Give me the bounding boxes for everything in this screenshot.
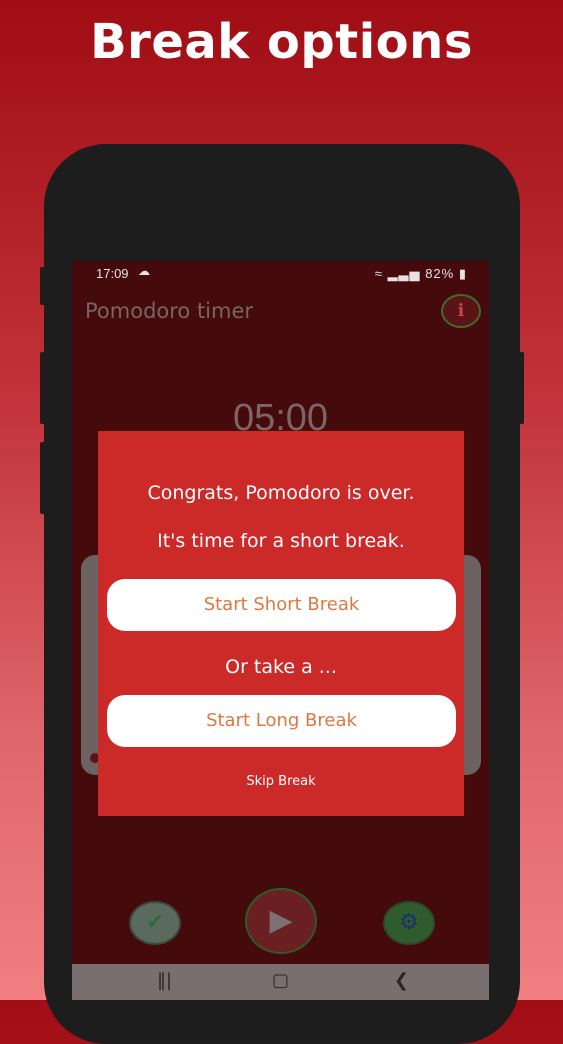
signal-icon: ▂▃▅ <box>387 266 421 281</box>
start-short-break-button[interactable]: Start Short Break <box>107 579 456 631</box>
info-icon[interactable]: i <box>441 294 481 328</box>
break-dialog: Congrats, Pomodoro is over. It's time fo… <box>98 431 464 816</box>
status-icons: ≈ ▂▃▅ 82% ▮ <box>375 266 467 282</box>
check-icon[interactable]: ✔ <box>129 901 181 945</box>
settings-icon[interactable]: ⚙ <box>383 901 435 945</box>
break-message: It's time for a short break. <box>157 530 405 552</box>
phone-side-button <box>519 352 524 424</box>
phone-side-button <box>40 442 45 514</box>
skip-break-button[interactable]: Skip Break <box>98 774 464 789</box>
promo-title: Break options <box>90 14 473 70</box>
phone-side-button <box>40 352 45 424</box>
home-icon[interactable]: ▢ <box>272 970 289 991</box>
congrats-message: Congrats, Pomodoro is over. <box>147 482 415 504</box>
notification-icon: ☁ <box>138 264 150 278</box>
app-title: Pomodoro timer <box>85 299 254 323</box>
start-long-break-button[interactable]: Start Long Break <box>107 695 456 747</box>
phone-side-button <box>40 267 45 305</box>
back-icon[interactable]: ❮ <box>394 970 409 991</box>
play-icon[interactable]: ▶ <box>245 888 317 954</box>
recent-apps-icon[interactable]: ‖| <box>157 970 172 991</box>
or-take-text: Or take a ... <box>225 656 337 678</box>
battery-icon: ▮ <box>458 266 467 281</box>
battery-percent: 82% <box>425 266 455 281</box>
wifi-icon: ≈ <box>374 266 383 281</box>
status-bar: 17:09 ☁ ≈ ▂▃▅ 82% ▮ <box>72 261 489 287</box>
system-nav-bar: ‖| ▢ ❮ <box>72 964 489 1000</box>
status-time: 17:09 <box>96 266 129 281</box>
